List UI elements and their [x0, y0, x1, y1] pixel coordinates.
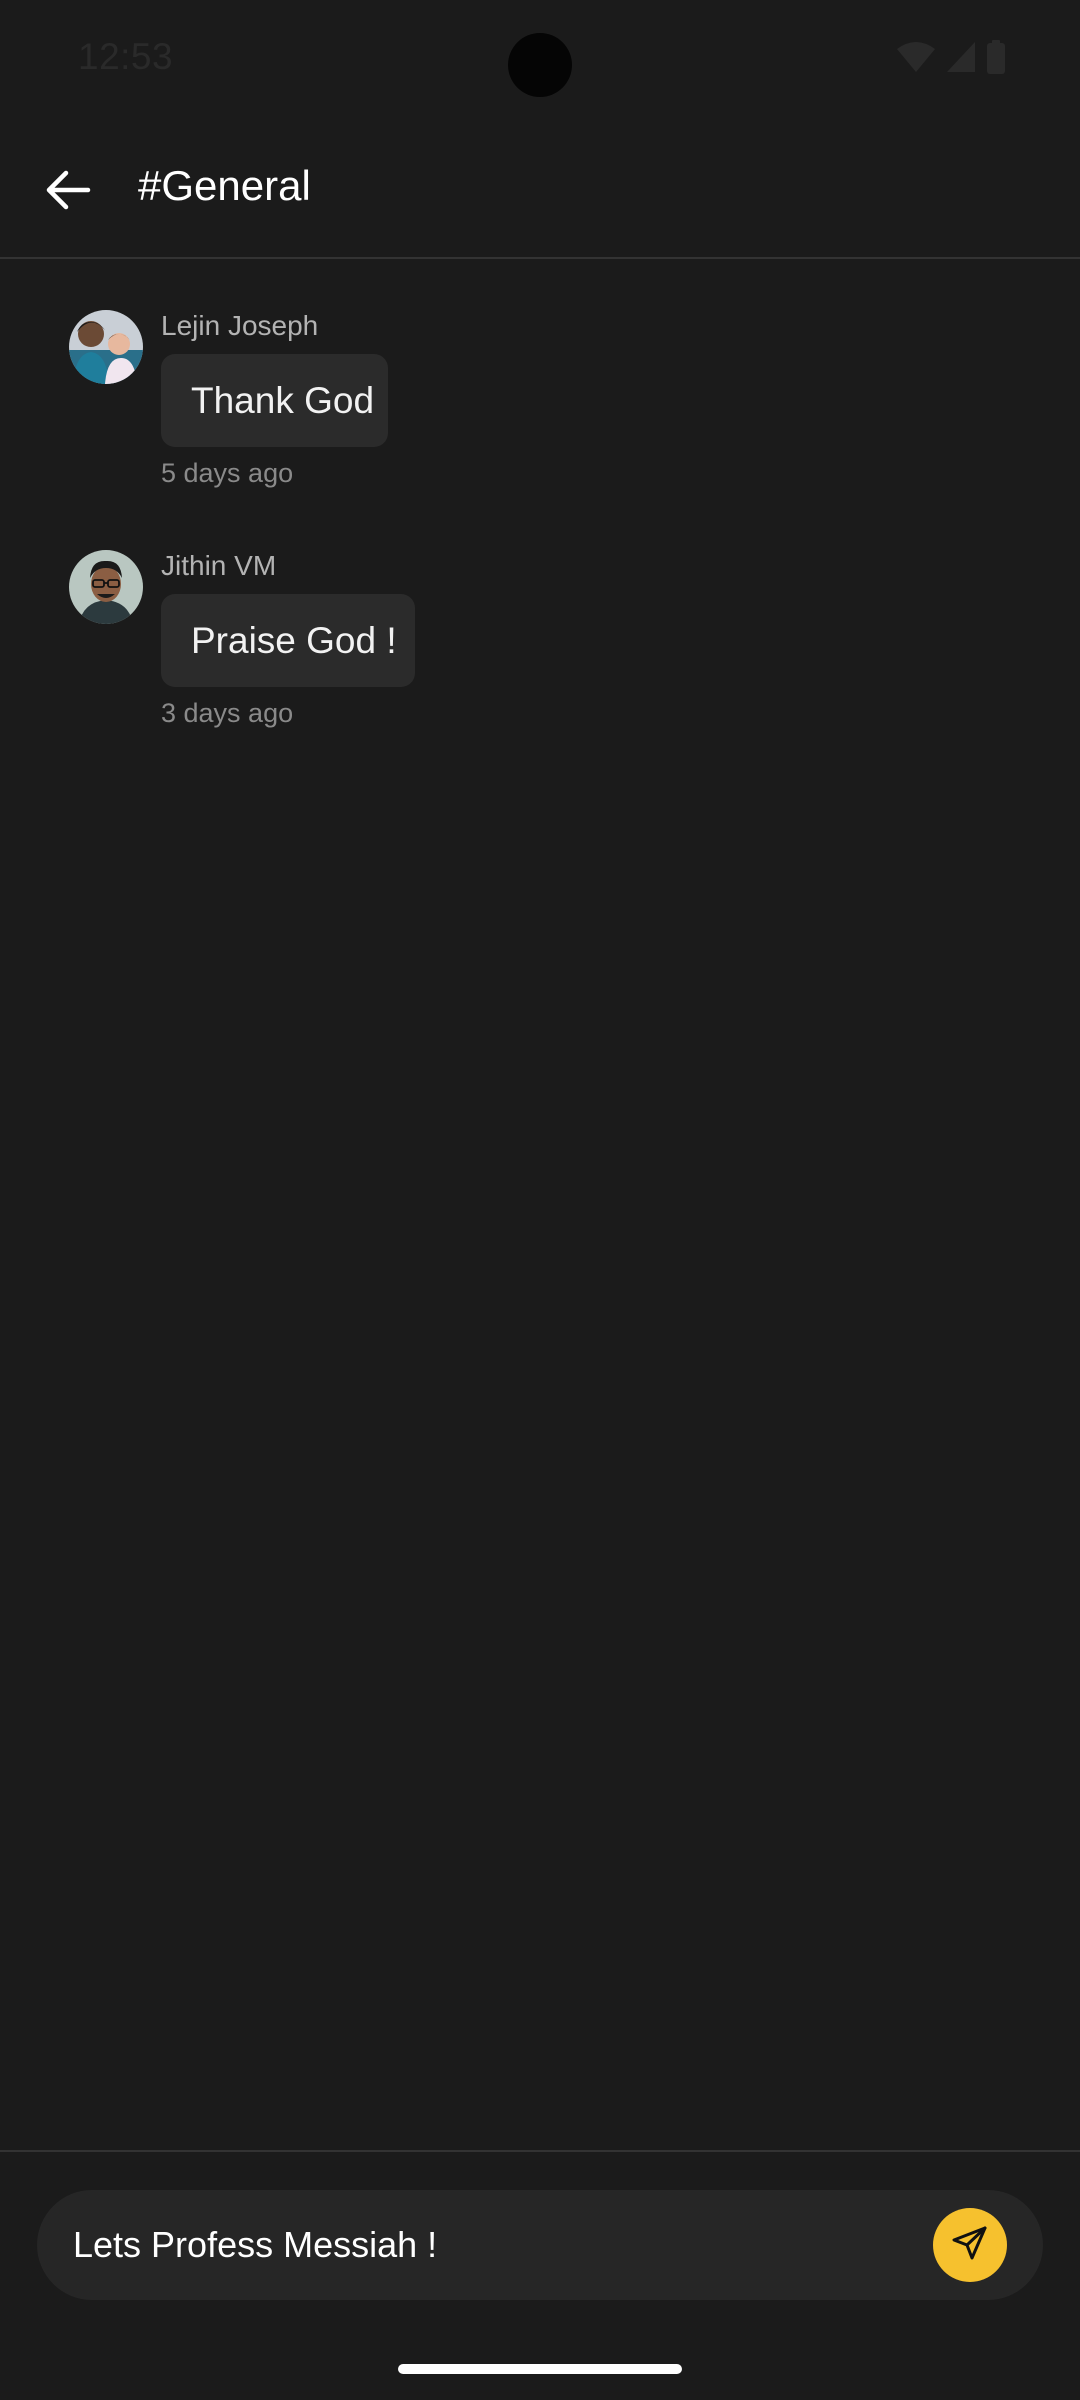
- status-time: 12:53: [78, 36, 174, 77]
- composer-divider: [0, 2150, 1080, 2152]
- channel-title: #General: [138, 162, 311, 209]
- message-timestamp: 3 days ago: [161, 698, 294, 728]
- status-bar: 12:53: [0, 0, 1080, 118]
- wifi-icon: [896, 41, 936, 73]
- status-icons: [896, 40, 1006, 74]
- message-input[interactable]: Lets Profess Messiah !: [73, 2190, 933, 2300]
- message-timestamp: 5 days ago: [161, 458, 294, 488]
- send-icon: [950, 2223, 990, 2268]
- app-bar: #General: [0, 118, 1080, 257]
- back-button[interactable]: [30, 154, 106, 230]
- camera-cutout: [508, 33, 572, 97]
- message-bubble[interactable]: Praise God !: [161, 594, 415, 687]
- home-indicator[interactable]: [398, 2364, 682, 2374]
- sender-name: Lejin Joseph: [161, 310, 319, 341]
- message-composer: Lets Profess Messiah !: [37, 2190, 1043, 2300]
- send-button[interactable]: [933, 2208, 1007, 2282]
- header-divider: [0, 257, 1080, 259]
- chat-screen: 12:53 #General Lejin Joseph Thank God 5 …: [0, 0, 1080, 2400]
- battery-icon: [986, 40, 1006, 74]
- avatar[interactable]: [69, 310, 143, 384]
- avatar[interactable]: [69, 550, 143, 624]
- cell-signal-icon: [946, 41, 976, 73]
- message-bubble[interactable]: Thank God: [161, 354, 388, 447]
- sender-name: Jithin VM: [161, 550, 277, 581]
- arrow-left-icon: [44, 166, 92, 219]
